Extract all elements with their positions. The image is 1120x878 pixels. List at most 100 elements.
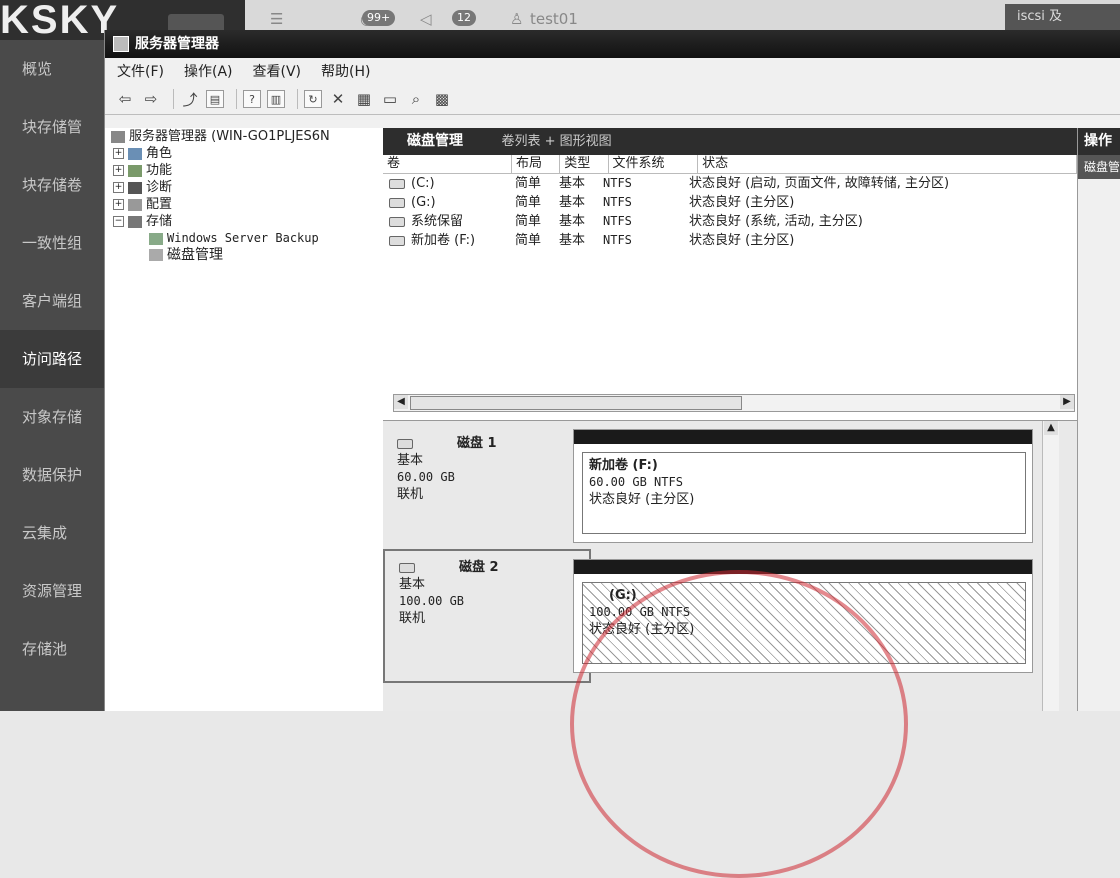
actions-subtitle[interactable]: 磁盘管理	[1078, 155, 1120, 179]
nav-item[interactable]: 概览	[0, 40, 104, 98]
tree-item-diagnostics[interactable]: + 诊断	[105, 179, 383, 196]
breadcrumb-chip: iscsi 及	[1005, 4, 1120, 30]
delete-icon[interactable]: ✕	[328, 89, 348, 109]
show-hide-action-icon[interactable]: ▥	[267, 90, 285, 108]
volume-row[interactable]: 新加卷 (F:) 简单 基本 NTFS 状态良好 (主分区)	[383, 231, 1077, 250]
username[interactable]: test01	[530, 10, 578, 28]
menu-action[interactable]: 操作(A)	[184, 61, 233, 81]
features-icon	[128, 164, 142, 177]
nav-item[interactable]: 存储池	[0, 620, 104, 678]
toolbar: ⇦ ⇨ ⤴ ▤ ? ▥ ↻ ✕ ▦ ▭ ⌕ ▩	[105, 84, 1120, 115]
column-type[interactable]: 类型	[560, 155, 609, 173]
vertical-scrollbar[interactable]: ▲	[1042, 421, 1059, 711]
disk-graphic-view: 磁盘 1 基本 60.00 GB 联机 新加卷 (F:) 60.00 GB NT…	[383, 421, 1077, 711]
collapse-icon[interactable]: −	[113, 216, 124, 227]
volume-row[interactable]: (G:) 简单 基本 NTFS 状态良好 (主分区)	[383, 193, 1077, 212]
nav-item[interactable]: 访问路径	[0, 330, 104, 388]
nav-item[interactable]: 一致性组	[0, 214, 104, 272]
disk-2-partition[interactable]: (G:) 100.00 GB NTFS 状态良好 (主分区)	[573, 559, 1033, 673]
console-tree: 服务器管理器 (WIN-GO1PLJES6N + 角色 + 功能 + 诊断 + 配置 −…	[105, 128, 384, 711]
menu-bar: 文件(F) 操作(A) 查看(V) 帮助(H)	[105, 58, 1120, 84]
partition-size: 60.00 GB NTFS	[589, 475, 683, 489]
alert-badge: 12	[452, 10, 476, 26]
actions-title: 操作	[1078, 128, 1120, 155]
menu-help[interactable]: 帮助(H)	[321, 61, 370, 81]
search-icon[interactable]: ⌕	[406, 89, 426, 109]
volume-row[interactable]: (C:) 简单 基本 NTFS 状态良好 (启动, 页面文件, 故障转储, 主分区)	[383, 174, 1077, 193]
scroll-right-icon[interactable]: ▶	[1060, 395, 1074, 409]
storage-icon	[128, 215, 142, 228]
configuration-icon	[128, 198, 142, 211]
scroll-thumb[interactable]	[410, 396, 742, 410]
notification-badge: 99+	[362, 10, 396, 26]
disk-management-icon	[149, 249, 163, 261]
expand-icon[interactable]: +	[113, 182, 124, 193]
tree-item-roles[interactable]: + 角色	[105, 145, 383, 162]
tree-item-storage[interactable]: − 存储	[105, 213, 383, 230]
tree-root[interactable]: 服务器管理器 (WIN-GO1PLJES6N	[105, 128, 383, 145]
nav-item[interactable]: 云集成	[0, 504, 104, 562]
nav-item[interactable]: 块存储管	[0, 98, 104, 156]
volume-icon	[389, 178, 405, 189]
server-icon	[111, 130, 125, 143]
column-status[interactable]: 状态	[698, 155, 1077, 173]
column-filesystem[interactable]: 文件系统	[609, 155, 699, 173]
column-volume[interactable]: 卷	[383, 155, 512, 173]
tree-item-features[interactable]: + 功能	[105, 162, 383, 179]
alert-icon[interactable]: ◁	[420, 10, 432, 28]
forward-icon[interactable]: ⇨	[141, 89, 161, 109]
nav-item[interactable]: 对象存储	[0, 388, 104, 446]
nav-item[interactable]: 块存储卷	[0, 156, 104, 214]
menu-file[interactable]: 文件(F)	[117, 61, 164, 81]
menu-icon[interactable]: ☰	[270, 10, 283, 28]
column-layout[interactable]: 布局	[512, 155, 561, 173]
refresh-icon[interactable]: ↻	[304, 90, 322, 108]
disk-1-partition[interactable]: 新加卷 (F:) 60.00 GB NTFS 状态良好 (主分区)	[573, 429, 1033, 543]
tree-item-disk-management[interactable]: 磁盘管理	[105, 247, 383, 264]
tree-item-configuration[interactable]: + 配置	[105, 196, 383, 213]
help-icon[interactable]: ?	[243, 90, 261, 108]
server-manager-window: 服务器管理器 文件(F) 操作(A) 查看(V) 帮助(H) ⇦ ⇨ ⤴ ▤ ?…	[104, 30, 1120, 711]
volume-list: 卷 布局 类型 文件系统 状态 (C:) 简单 基本 NTFS 状态良好 (启动, …	[383, 155, 1077, 421]
horizontal-scrollbar[interactable]: ◀ ▶	[393, 394, 1075, 412]
actions-pane: 操作 磁盘管理	[1077, 128, 1120, 711]
up-icon[interactable]: ⤴	[180, 89, 200, 109]
scroll-up-icon[interactable]: ▲	[1044, 421, 1058, 435]
expand-icon[interactable]: +	[113, 199, 124, 210]
disk-2-info[interactable]: 磁盘 2 基本 100.00 GB 联机	[383, 549, 591, 683]
menu-view[interactable]: 查看(V)	[253, 61, 302, 81]
scroll-left-icon[interactable]: ◀	[394, 395, 408, 409]
partition-size: 100.00 GB NTFS	[589, 605, 691, 619]
background-sidebar: 概览 块存储管 块存储卷 一致性组 客户端组 访问路径 对象存储 数据保护 云集成 资源管理 存储池	[0, 40, 104, 711]
properties-icon[interactable]: ▦	[354, 89, 374, 109]
window-titlebar[interactable]: 服务器管理器	[105, 30, 1120, 58]
backup-icon	[149, 232, 163, 245]
expand-icon[interactable]: +	[113, 165, 124, 176]
volume-icon	[389, 235, 405, 246]
show-hide-tree-icon[interactable]: ▤	[206, 90, 224, 108]
partition-name: 新加卷 (F:)	[589, 458, 658, 473]
nav-item[interactable]: 客户端组	[0, 272, 104, 330]
roles-icon	[128, 147, 142, 160]
volume-icon	[389, 197, 405, 208]
diagnostics-icon	[128, 181, 142, 194]
expand-icon[interactable]: +	[113, 148, 124, 159]
tree-item-windows-backup[interactable]: Windows Server Backup	[105, 230, 383, 247]
pane-subtitle: 卷列表 + 图形视图	[501, 134, 612, 149]
main-pane: 磁盘管理 卷列表 + 图形视图 卷 布局 类型 文件系统 状态 (C:) 简单基…	[383, 128, 1077, 711]
disk-icon	[399, 562, 415, 573]
open-icon[interactable]: ▭	[380, 89, 400, 109]
disk-icon	[397, 438, 413, 449]
settings-icon[interactable]: ▩	[432, 89, 452, 109]
disk-1-info[interactable]: 磁盘 1 基本 60.00 GB 联机	[383, 427, 587, 547]
window-title: 服务器管理器	[135, 36, 219, 52]
partition-name: (G:)	[609, 588, 637, 603]
volume-row[interactable]: 系统保留 简单 基本 NTFS 状态良好 (系统, 活动, 主分区)	[383, 212, 1077, 231]
nav-item[interactable]: 数据保护	[0, 446, 104, 504]
nav-item[interactable]: 资源管理	[0, 562, 104, 620]
back-icon[interactable]: ⇦	[115, 89, 135, 109]
volume-icon	[389, 216, 405, 227]
pane-header: 磁盘管理 卷列表 + 图形视图	[383, 128, 1077, 155]
user-icon[interactable]: ♙	[510, 10, 523, 28]
partition-status: 状态良好 (主分区)	[589, 622, 695, 637]
